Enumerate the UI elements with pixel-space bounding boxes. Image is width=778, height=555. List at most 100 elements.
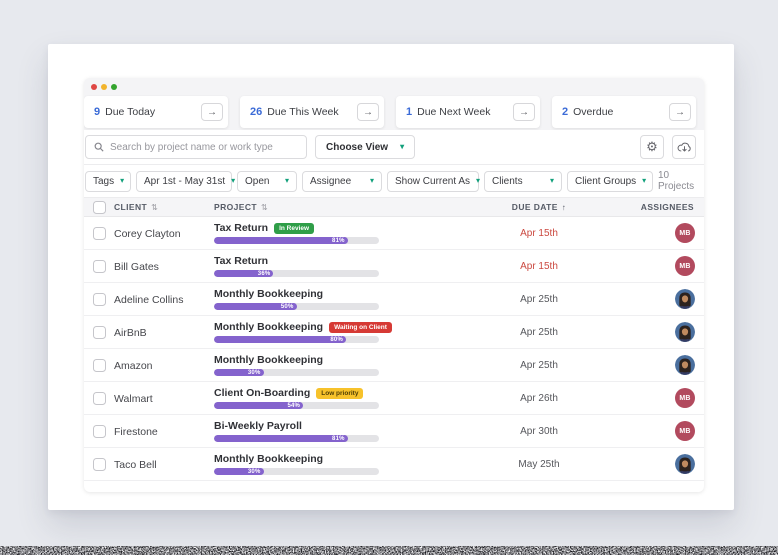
stats-row: 9 Due Today → 26 Due This Week → 1 Due N… bbox=[84, 96, 704, 128]
filter-dropdown-apr-1st-may-31st[interactable]: Apr 1st - May 31st ▾ bbox=[136, 170, 236, 192]
avatar[interactable] bbox=[675, 322, 695, 342]
row-checkbox[interactable] bbox=[92, 226, 106, 240]
progress-label: 81% bbox=[332, 237, 345, 244]
progress-bar: 81% bbox=[214, 435, 379, 442]
stat-count: 9 bbox=[94, 106, 101, 118]
stat-card-due-today[interactable]: 9 Due Today → bbox=[84, 96, 228, 128]
chevron-down-icon: ▾ bbox=[231, 176, 236, 185]
settings-button[interactable]: ⚙ bbox=[640, 135, 664, 159]
stat-card-due-this-week[interactable]: 26 Due This Week → bbox=[240, 96, 384, 128]
avatar[interactable] bbox=[675, 289, 695, 309]
avatar[interactable]: MB bbox=[675, 256, 695, 276]
chevron-down-icon: ▾ bbox=[476, 176, 481, 185]
progress-bar: 80% bbox=[214, 336, 379, 343]
table-row[interactable]: Firestone Bi-Weekly Payroll 81% Apr 30th… bbox=[84, 415, 704, 448]
sort-icon: ⇅ bbox=[151, 202, 159, 212]
stat-count: 1 bbox=[406, 106, 413, 118]
row-checkbox[interactable] bbox=[92, 325, 106, 339]
column-header-project[interactable]: PROJECT ⇅ bbox=[214, 202, 474, 212]
column-header-client[interactable]: CLIENT ⇅ bbox=[114, 202, 214, 212]
progress-label: 80% bbox=[330, 336, 343, 343]
project-name: Bi-Weekly Payroll bbox=[214, 420, 302, 432]
client-name: Taco Bell bbox=[114, 459, 157, 471]
main-panel: Choose View ▾ ⚙ Tags ▾ A bbox=[84, 130, 704, 492]
project-name: Monthly Bookkeeping bbox=[214, 453, 324, 465]
column-header-due-date[interactable]: DUE DATE ↑ bbox=[474, 202, 604, 212]
chevron-down-icon: ▾ bbox=[284, 176, 289, 185]
table-row[interactable]: Amazon Monthly Bookkeeping 30% Apr 25th bbox=[84, 349, 704, 382]
progress-bar: 30% bbox=[214, 468, 379, 475]
arrow-right-icon[interactable]: → bbox=[201, 103, 223, 121]
row-checkbox[interactable] bbox=[92, 292, 106, 306]
client-name: Walmart bbox=[114, 393, 153, 405]
select-all-checkbox[interactable] bbox=[92, 200, 106, 214]
minimize-window-icon[interactable] bbox=[101, 84, 107, 90]
status-badge: Waiting on Client bbox=[329, 321, 392, 333]
chevron-down-icon: ▾ bbox=[400, 142, 405, 151]
avatar[interactable]: MB bbox=[675, 388, 695, 408]
chevron-down-icon: ▾ bbox=[120, 176, 125, 185]
table-header: CLIENT ⇅ PROJECT ⇅ DUE DATE ↑ ASSIGNEES bbox=[84, 197, 704, 217]
arrow-right-icon[interactable]: → bbox=[513, 103, 535, 121]
progress-bar: 36% bbox=[214, 270, 379, 277]
stat-label: Due Next Week bbox=[417, 106, 491, 118]
client-name: Corey Clayton bbox=[114, 228, 181, 240]
filter-dropdown-client-groups[interactable]: Client Groups ▾ bbox=[567, 170, 653, 192]
stat-count: 26 bbox=[250, 106, 263, 118]
due-date: Apr 25th bbox=[520, 326, 558, 338]
stat-card-overdue[interactable]: 2 Overdue → bbox=[552, 96, 696, 128]
zoom-window-icon[interactable] bbox=[111, 84, 117, 90]
choose-view-dropdown[interactable]: Choose View ▾ bbox=[315, 135, 416, 159]
status-badge: In Review bbox=[274, 222, 315, 234]
due-date: Apr 15th bbox=[520, 227, 558, 239]
row-checkbox[interactable] bbox=[92, 358, 106, 372]
chevron-down-icon: ▾ bbox=[369, 176, 374, 185]
filter-dropdown-assignee[interactable]: Assignee ▾ bbox=[302, 170, 382, 192]
table-row[interactable]: AirBnB Monthly Bookkeeping Waiting on Cl… bbox=[84, 316, 704, 349]
filter-dropdown-tags[interactable]: Tags ▾ bbox=[85, 170, 131, 192]
due-date: Apr 15th bbox=[520, 260, 558, 272]
filter-dropdown-show-current-as[interactable]: Show Current As ▾ bbox=[387, 170, 481, 192]
search-box[interactable] bbox=[85, 135, 307, 159]
projects-count: 10 Projects bbox=[658, 170, 695, 192]
table-row[interactable]: Bill Gates Tax Return 36% Apr 15th MB bbox=[84, 250, 704, 283]
status-badge: Low priority bbox=[316, 387, 364, 399]
cloud-download-icon bbox=[677, 142, 691, 152]
progress-label: 36% bbox=[257, 270, 271, 277]
filter-dropdown-clients[interactable]: Clients ▾ bbox=[484, 170, 562, 192]
avatar[interactable]: MB bbox=[675, 421, 695, 441]
progress-bar: 54% bbox=[214, 402, 379, 409]
avatar[interactable] bbox=[675, 355, 695, 375]
table-row[interactable]: Adeline Collins Monthly Bookkeeping 50% … bbox=[84, 283, 704, 316]
close-window-icon[interactable] bbox=[91, 84, 97, 90]
progress-label: 30% bbox=[247, 369, 261, 376]
assignee-photo-icon bbox=[675, 322, 695, 342]
project-name: Monthly Bookkeeping bbox=[214, 288, 324, 300]
search-input[interactable] bbox=[110, 141, 298, 153]
search-icon bbox=[94, 142, 104, 152]
project-name: Client On-Boarding bbox=[214, 387, 311, 399]
avatar[interactable] bbox=[675, 454, 695, 474]
table-row[interactable]: Corey Clayton Tax Return In Review 81% A… bbox=[84, 217, 704, 250]
filter-dropdown-open[interactable]: Open ▾ bbox=[237, 170, 297, 192]
assignee-photo-icon bbox=[675, 454, 695, 474]
table-row[interactable]: Walmart Client On-Boarding Low priority … bbox=[84, 382, 704, 415]
due-date: Apr 26th bbox=[520, 392, 558, 404]
stat-label: Due Today bbox=[105, 106, 156, 118]
chevron-down-icon: ▾ bbox=[549, 176, 554, 185]
avatar[interactable]: MB bbox=[675, 223, 695, 243]
row-checkbox[interactable] bbox=[92, 457, 106, 471]
chevron-down-icon: ▾ bbox=[642, 176, 647, 185]
row-checkbox[interactable] bbox=[92, 424, 106, 438]
table-row[interactable]: Taco Bell Monthly Bookkeeping 30% May 25… bbox=[84, 448, 704, 481]
due-date: May 25th bbox=[518, 458, 560, 470]
row-checkbox[interactable] bbox=[92, 391, 106, 405]
export-button[interactable] bbox=[672, 135, 696, 159]
arrow-right-icon[interactable]: → bbox=[357, 103, 379, 121]
row-checkbox[interactable] bbox=[92, 259, 106, 273]
arrow-right-icon[interactable]: → bbox=[669, 103, 691, 121]
progress-bar: 30% bbox=[214, 369, 379, 376]
progress-label: 30% bbox=[247, 468, 261, 475]
stat-card-due-next-week[interactable]: 1 Due Next Week → bbox=[396, 96, 540, 128]
stat-count: 2 bbox=[562, 106, 569, 118]
